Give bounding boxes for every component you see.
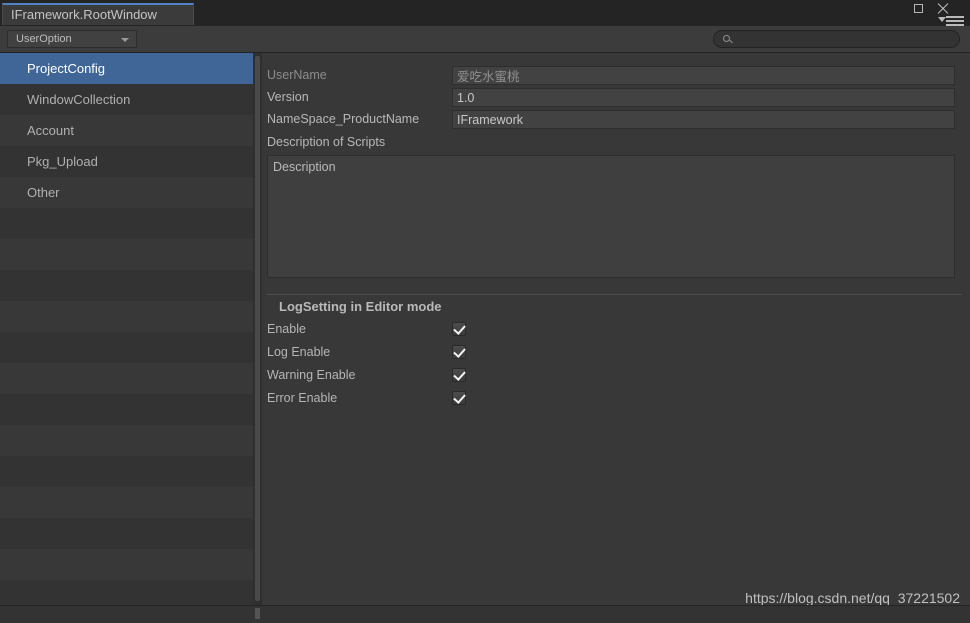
warning-enable-label: Warning Enable [267, 368, 356, 382]
error-enable-label: Error Enable [267, 391, 338, 405]
section-divider [267, 294, 962, 295]
watermark-url: https://blog.csdn.net/qq_37221502 [745, 590, 960, 606]
splitter-handle[interactable] [255, 56, 260, 601]
version-input[interactable] [452, 88, 955, 107]
checkbox-row-log-enable: Log Enable [262, 342, 962, 364]
field-row-namespace-productname: NameSpace_ProductName [262, 110, 962, 129]
checkmark-icon [453, 345, 466, 358]
logsetting-section-title: LogSetting in Editor mode [279, 299, 442, 314]
window-footer [0, 605, 970, 623]
checkmark-icon [453, 322, 466, 335]
username-input[interactable] [452, 66, 955, 85]
sidebar-empty-row [0, 301, 253, 332]
sidebar-empty-row [0, 549, 253, 580]
inspector-panel: UserName Version NameSpace_ProductName D… [262, 53, 970, 605]
sidebar-item-account[interactable]: Account [0, 115, 253, 146]
close-x-icon[interactable] [936, 2, 950, 16]
toolbar: UserOption [0, 26, 970, 53]
window-tab-iframework-rootwindow[interactable]: IFramework.RootWindow [2, 3, 194, 25]
sidebar-item-projectconfig[interactable]: ProjectConfig [0, 53, 253, 84]
version-label: Version [267, 90, 309, 104]
namespace-productname-input[interactable] [452, 110, 955, 129]
checkmark-icon [453, 391, 466, 404]
sidebar-item-pkg-upload[interactable]: Pkg_Upload [0, 146, 253, 177]
sidebar-empty-row [0, 518, 253, 549]
chevron-down-icon [938, 17, 946, 22]
checkbox-row-enable: Enable [262, 319, 962, 341]
warning-enable-checkbox[interactable] [452, 368, 466, 382]
search-input[interactable] [736, 31, 950, 49]
sidebar-empty-row [0, 456, 253, 487]
user-option-dropdown-label: UserOption [16, 33, 72, 45]
namespace-productname-label: NameSpace_ProductName [267, 112, 420, 126]
sidebar-empty-row [0, 487, 253, 518]
window-titlebar: IFramework.RootWindow [0, 0, 970, 26]
sidebar-empty-row [0, 580, 253, 605]
checkbox-row-warning-enable: Warning Enable [262, 365, 962, 387]
splitter-grip[interactable] [255, 608, 260, 619]
sidebar-empty-row [0, 270, 253, 301]
description-textarea[interactable] [267, 155, 955, 278]
sidebar-empty-row [0, 332, 253, 363]
sidebar-empty-row [0, 208, 253, 239]
description-of-scripts-label: Description of Scripts [267, 135, 386, 149]
sidebar-item-other[interactable]: Other [0, 177, 253, 208]
sidebar-empty-row [0, 239, 253, 270]
menu-bar-line [946, 16, 964, 18]
enable-checkbox[interactable] [452, 322, 466, 336]
username-label: UserName [267, 68, 327, 82]
sidebar-empty-row [0, 394, 253, 425]
log-enable-checkbox[interactable] [452, 345, 466, 359]
enable-label: Enable [267, 322, 306, 336]
chevron-down-icon [121, 38, 129, 42]
panel-splitter[interactable] [253, 53, 262, 605]
search-field[interactable] [713, 30, 960, 49]
error-enable-checkbox[interactable] [452, 391, 466, 405]
sidebar: ProjectConfig WindowCollection Account P… [0, 53, 253, 605]
unity-editor-window: IFramework.RootWindow UserOption Project… [0, 0, 970, 623]
field-row-username: UserName [262, 66, 962, 85]
search-icon [723, 35, 730, 42]
checkmark-icon [453, 368, 466, 381]
sidebar-item-windowcollection[interactable]: WindowCollection [0, 84, 253, 115]
log-enable-label: Log Enable [267, 345, 331, 359]
sidebar-empty-row [0, 363, 253, 394]
field-row-version: Version [262, 88, 962, 107]
menu-bar-line [946, 20, 964, 22]
sidebar-empty-row [0, 425, 253, 456]
maximize-box-icon[interactable] [914, 4, 923, 13]
user-option-dropdown[interactable]: UserOption [7, 30, 137, 48]
checkbox-row-error-enable: Error Enable [262, 388, 962, 410]
